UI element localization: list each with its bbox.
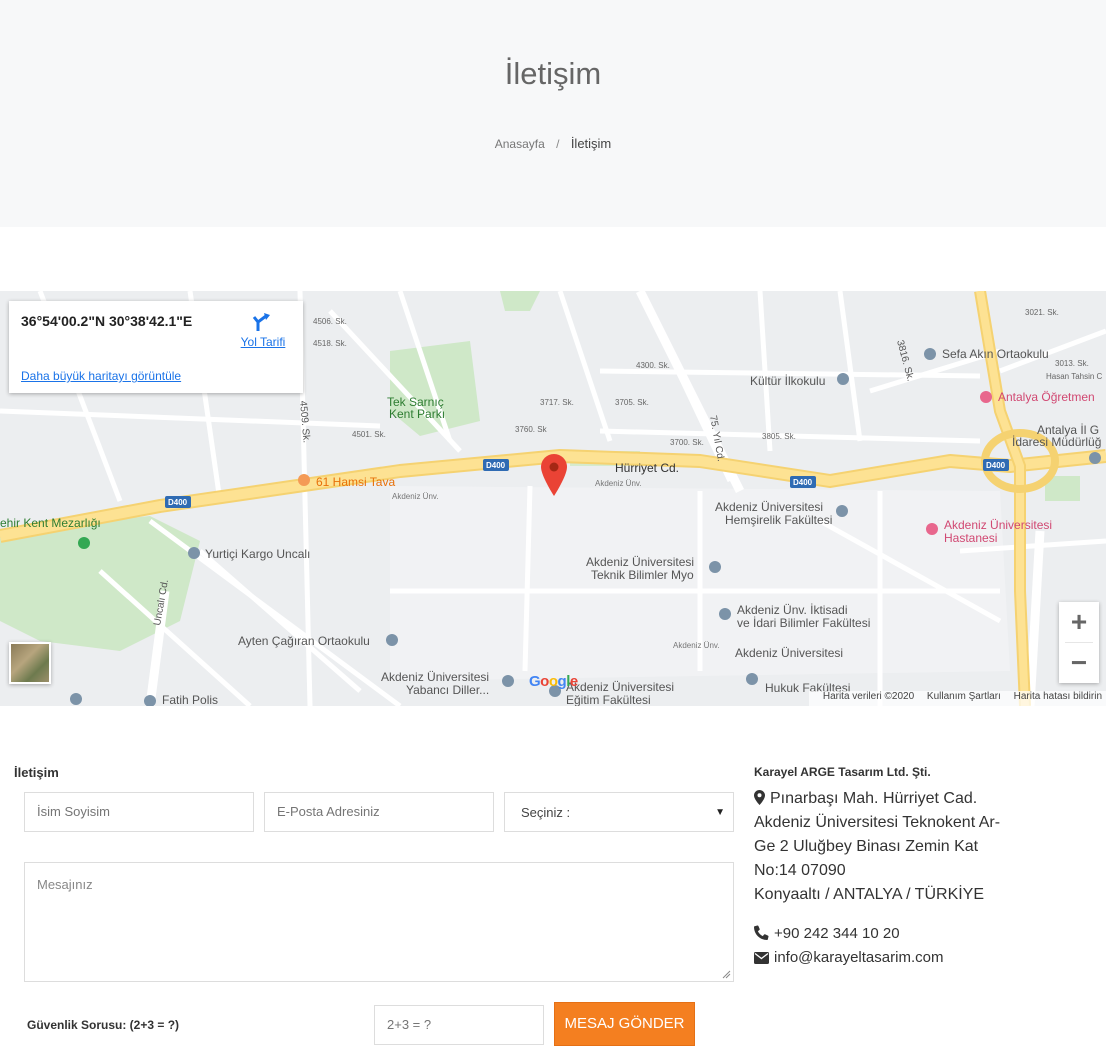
captcha-input[interactable]: [374, 1005, 544, 1045]
directions-button[interactable]: Yol Tarifi: [233, 311, 293, 349]
chevron-down-icon: ▼: [715, 807, 725, 818]
map-label-kultur: Kültür İlkokulu: [750, 374, 825, 388]
breadcrumb-separator: /: [556, 137, 560, 151]
map-label-ayten: Ayten Çağıran Ortaokulu: [238, 634, 370, 648]
map-label-teknik-1: Akdeniz Üniversitesi: [586, 555, 694, 569]
company-name: Karayel ARGE Tasarım Ltd. Şti.: [754, 765, 931, 779]
breadcrumb-home-link[interactable]: Anasayfa: [495, 137, 545, 151]
map-label-3805: 3805. Sk.: [762, 432, 796, 441]
map-info-card: 36°54'00.2"N 30°38'42.1"E Yol Tarifi Dah…: [9, 301, 303, 393]
envelope-icon: [754, 952, 769, 964]
company-address: Pınarbaşı Mah. Hürriyet Cad. Akdeniz Üni…: [754, 787, 1004, 907]
map-label-akdeniz-unv-3: Akdeniz Ünv.: [673, 641, 720, 650]
map-label-ogretmen: Antalya Öğretmen: [998, 390, 1095, 404]
map-label-iktisadi-2: ve İdari Bilimler Fakültesi: [737, 616, 870, 630]
map-report-link[interactable]: Harita hatası bildirin: [1014, 691, 1102, 702]
map-label-4506: 4506. Sk.: [313, 317, 347, 326]
map-label-hemsirelik-1: Akdeniz Üniversitesi: [715, 500, 823, 514]
breadcrumb-current: İletişim: [570, 136, 612, 151]
message-placeholder: Mesajınız: [37, 877, 93, 892]
map-label-4501: 4501. Sk.: [352, 430, 386, 439]
d400-shield-label-4: D400: [986, 461, 1006, 470]
map-label-3705: 3705. Sk.: [615, 398, 649, 407]
contact-section: İletişim Seçiniz : ▼ Mesajınız Güvenlik …: [0, 740, 1106, 1055]
zoom-control: + −: [1059, 602, 1099, 683]
larger-map-link[interactable]: Daha büyük haritayı görüntüle: [21, 369, 181, 383]
subject-select-value: Seçiniz :: [521, 805, 571, 820]
map-label-4509: 4509. Sk.: [297, 400, 312, 443]
address-line-4: No:14 07090: [754, 862, 846, 879]
company-info: Karayel ARGE Tasarım Ltd. Şti. Pınarbaşı…: [754, 765, 1094, 970]
submit-button[interactable]: MESAJ GÖNDER: [554, 1002, 695, 1046]
google-logo: Google: [529, 673, 578, 690]
map-label-hastanesi-2: Hastanesi: [944, 531, 997, 545]
map-label-teknik-2: Teknik Bilimler Myo: [591, 568, 694, 582]
subject-select[interactable]: Seçiniz : ▼: [504, 792, 734, 832]
map-label-hemsirelik-2: Hemşirelik Fakültesi: [725, 513, 832, 527]
d400-shield-label-2: D400: [486, 461, 506, 470]
map-label-hastanesi-1: Akdeniz Üniversitesi: [944, 518, 1052, 532]
form-heading: İletişim: [14, 765, 59, 780]
map-label-fatih: Fatih Polis: [162, 693, 218, 706]
map-data-credit: Harita verileri ©2020: [822, 691, 915, 702]
map-label-3013: 3013. Sk.: [1055, 359, 1089, 368]
email-address: info@karayeltasarim.com: [774, 949, 944, 966]
map-label-egitim-1: Akdeniz Üniversitesi: [566, 680, 674, 694]
zoom-in-button[interactable]: +: [1059, 602, 1099, 642]
map-label-kent-parki: Kent Parkı: [389, 407, 445, 421]
map-label-yabanci-2: Yabancı Diller...: [406, 683, 489, 697]
address-line-3: Ge 2 Uluğbey Binası Zemin Kat: [754, 838, 979, 855]
map-label-4300: 4300. Sk.: [636, 361, 670, 370]
map-terms-link[interactable]: Kullanım Şartları: [927, 691, 1001, 702]
d400-shield-label-1: D400: [168, 498, 188, 507]
map-label-yabanci-1: Akdeniz Üniversitesi: [381, 670, 489, 684]
map-label-yurtici: Yurtiçi Kargo Uncalı: [205, 547, 310, 561]
address-line-5: Konyaaltı / ANTALYA / TÜRKİYE: [754, 886, 985, 903]
map-pin-icon[interactable]: [541, 454, 567, 496]
map-label-hukuk-1: Akdeniz Üniversitesi: [735, 646, 843, 660]
directions-label: Yol Tarifi: [240, 335, 286, 349]
map-label-hurriyet: Hürriyet Cd.: [615, 461, 679, 475]
map-label-3700: 3700. Sk.: [670, 438, 704, 447]
location-marker-icon: [754, 790, 765, 805]
email-input[interactable]: [264, 792, 494, 832]
company-email[interactable]: info@karayeltasarim.com: [754, 946, 1094, 970]
map-coordinates: 36°54'00.2"N 30°38'42.1"E: [21, 313, 193, 329]
page-title: İletişim: [504, 56, 602, 91]
page-hero: İletişim Anasayfa / İletişim: [0, 0, 1106, 227]
map-label-iktisadi-1: Akdeniz Ünv. İktisadi: [737, 603, 848, 617]
resize-grip-icon[interactable]: [722, 970, 731, 979]
zoom-out-button[interactable]: −: [1059, 643, 1099, 683]
map-label-3760: 3760. Sk: [515, 425, 548, 434]
phone-icon: [754, 925, 769, 940]
map-label-3021: 3021. Sk.: [1025, 308, 1059, 317]
satellite-toggle-button[interactable]: [9, 642, 51, 684]
name-input[interactable]: [24, 792, 254, 832]
security-question-label: Güvenlik Sorusu: (2+3 = ?): [27, 1018, 180, 1032]
map-label-3717: 3717. Sk.: [540, 398, 574, 407]
address-line-1: Pınarbaşı Mah. Hürriyet Cad.: [770, 790, 978, 807]
map-footer: Harita verileri ©2020 Kullanım Şartları …: [808, 691, 1106, 706]
map-label-mezarlik: ehir Kent Mezarlığı: [0, 516, 101, 530]
directions-icon: [252, 313, 270, 331]
d400-shield-label-3: D400: [793, 478, 813, 487]
map-label-4518: 4518. Sk.: [313, 339, 347, 348]
address-line-2: Akdeniz Üniversitesi Teknokent Ar-: [754, 814, 1001, 831]
map-label-hasan: Hasan Tahsin C: [1046, 372, 1103, 381]
company-phone[interactable]: +90 242 344 10 20: [754, 922, 1094, 946]
map-label-egitim-2: Eğitim Fakültesi: [566, 693, 651, 706]
map-label-akdeniz-unv-2: Akdeniz Ünv.: [595, 479, 642, 488]
map-label-akdeniz-unv-1: Akdeniz Ünv.: [392, 492, 439, 501]
breadcrumb: Anasayfa / İletişim: [0, 136, 1106, 151]
message-textarea[interactable]: Mesajınız: [24, 862, 734, 982]
phone-number: +90 242 344 10 20: [774, 925, 900, 942]
google-map[interactable]: D400 D400 D400 D400 Hürriyet Cd. Tek Sar…: [0, 291, 1106, 706]
map-label-sefa: Sefa Akın Ortaokulu: [942, 347, 1049, 361]
map-label-idaresi: İdaresi Müdürlüğ: [1012, 435, 1101, 449]
map-label-hamsi: 61 Hamsi Tava: [316, 475, 395, 489]
